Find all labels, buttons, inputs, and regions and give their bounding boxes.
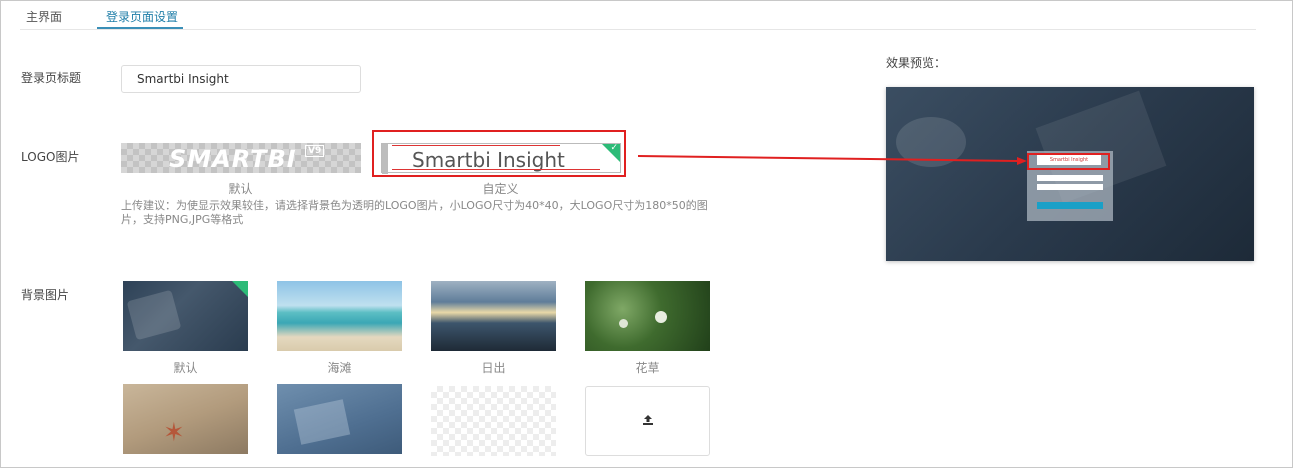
annotation-arrow (637, 155, 1027, 165)
